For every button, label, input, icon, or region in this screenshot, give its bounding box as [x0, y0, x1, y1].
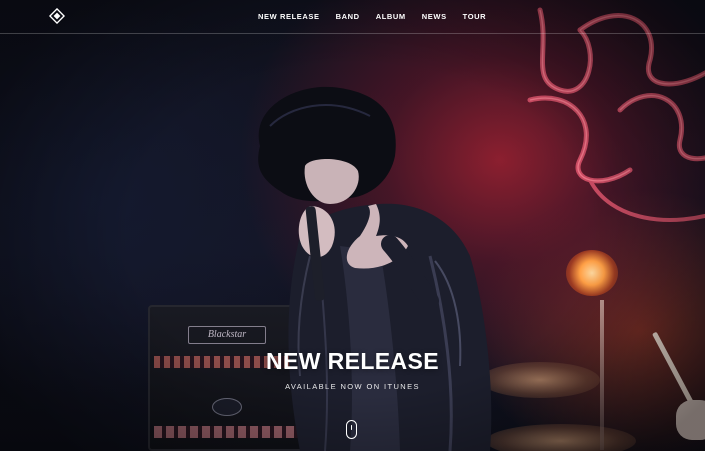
main-nav: NEW RELEASE BAND ALBUM NEWS TOUR [258, 0, 486, 32]
singer-image [258, 86, 492, 451]
nav-item-tour[interactable]: TOUR [463, 12, 487, 21]
drum-stand [600, 300, 604, 450]
hero-title: NEW RELEASE [265, 348, 440, 374]
nav-item-news[interactable]: NEWS [422, 12, 447, 21]
stage-light [566, 250, 618, 296]
neon-sign-image [527, 7, 705, 222]
nav-item-new-release[interactable]: NEW RELEASE [258, 12, 320, 21]
scroll-wheel-dot [350, 425, 352, 430]
hero-subtitle: AVAILABLE NOW ON ITUNES [285, 382, 420, 391]
top-navigation-bar: NEW RELEASE BAND ALBUM NEWS TOUR [0, 0, 705, 34]
diamond-logo-icon[interactable] [48, 7, 66, 25]
nav-item-album[interactable]: ALBUM [376, 12, 406, 21]
mouse-scroll-icon[interactable] [346, 420, 357, 439]
nav-item-band[interactable]: BAND [336, 12, 360, 21]
drummer-hand [676, 400, 705, 440]
